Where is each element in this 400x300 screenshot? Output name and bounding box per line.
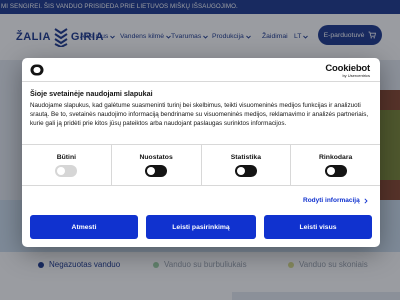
necessary-toggle[interactable] <box>55 165 78 177</box>
toggle-knob <box>57 167 66 175</box>
statistics-toggle[interactable] <box>234 165 257 177</box>
allow-selection-button[interactable]: Leisti pasirinkimą <box>146 215 256 239</box>
cookiebot-logo[interactable]: Cookiebot by Usercentrics <box>325 63 370 78</box>
dialog-title: Šioje svetainėje naudojami slapukai <box>30 89 153 98</box>
preferences-toggle[interactable] <box>145 165 168 177</box>
allow-all-button[interactable]: Leisti visus <box>264 215 372 239</box>
deny-button[interactable]: Atmesti <box>30 215 138 239</box>
divider <box>22 81 380 82</box>
category-marketing: Rinkodara <box>291 144 380 185</box>
toggle-knob <box>147 167 156 175</box>
category-label: Rinkodara <box>319 154 353 161</box>
cookie-consent-dialog: Cookiebot by Usercentrics Šioje svetainė… <box>22 58 380 247</box>
category-label: Būtini <box>56 154 76 161</box>
divider <box>22 185 380 186</box>
toggle-knob <box>326 167 335 175</box>
chevron-right-icon <box>364 197 368 204</box>
marketing-toggle[interactable] <box>324 165 347 177</box>
show-details-link[interactable]: Rodyti informaciją <box>303 197 368 204</box>
show-details-label: Rodyti informaciją <box>303 197 360 204</box>
category-preferences: Nuostatos <box>112 144 202 185</box>
dialog-body: Naudojame slapukus, kad galėtume suasmen… <box>30 102 369 127</box>
category-label: Statistika <box>230 154 261 161</box>
consent-categories: Būtini Nuostatos Statistika Rinkodara <box>22 144 380 185</box>
toggle-knob <box>236 167 245 175</box>
cookie-icon <box>30 64 44 76</box>
category-necessary: Būtini <box>22 144 112 185</box>
category-label: Nuostatos <box>139 154 173 161</box>
category-statistics: Statistika <box>202 144 292 185</box>
